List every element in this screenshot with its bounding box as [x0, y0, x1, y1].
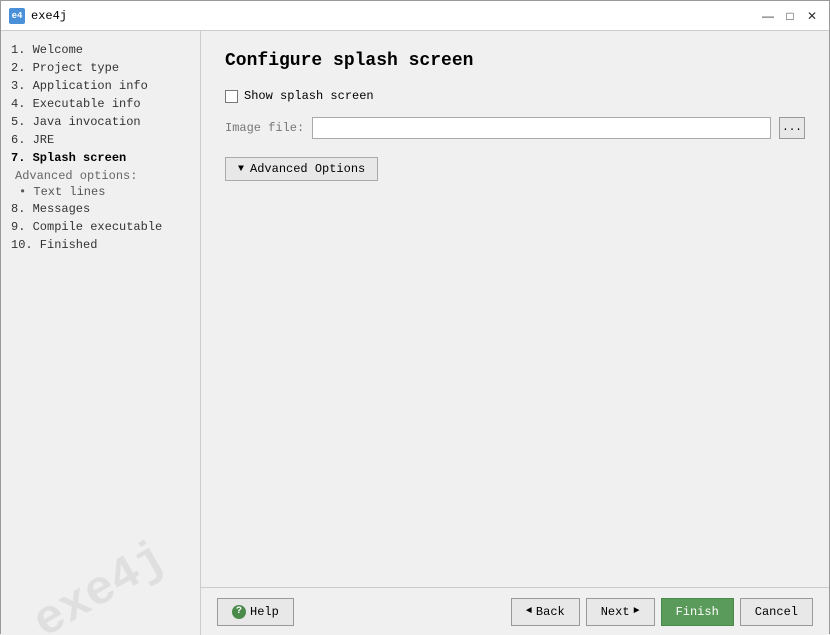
titlebar-left: e4 exe4j [9, 8, 67, 24]
page-title: Configure splash screen [225, 51, 805, 71]
content-body: Configure splash screen Show splash scre… [201, 31, 829, 587]
next-label: Next [601, 605, 630, 619]
sidebar-advanced-options-label: Advanced options: [1, 167, 200, 184]
app-icon: e4 [9, 8, 25, 24]
bottom-bar: ? Help ◄ Back Next ► Finish Cancel [201, 587, 829, 635]
show-splash-screen-row: Show splash screen [225, 89, 805, 103]
sidebar-item-application-info[interactable]: 3. Application info [1, 77, 200, 95]
titlebar-title: exe4j [31, 9, 67, 23]
sidebar-item-welcome[interactable]: 1. Welcome [1, 41, 200, 59]
next-button[interactable]: Next ► [586, 598, 655, 626]
advanced-options-button[interactable]: ▼ Advanced Options [225, 157, 378, 181]
app-icon-label: e4 [12, 11, 23, 21]
minimize-button[interactable]: — [759, 7, 777, 25]
back-label: Back [536, 605, 565, 619]
sidebar-item-text-lines[interactable]: • Text lines [1, 184, 200, 200]
cancel-button[interactable]: Cancel [740, 598, 813, 626]
advanced-options-icon: ▼ [238, 164, 244, 175]
show-splash-screen-label: Show splash screen [244, 89, 374, 103]
titlebar: e4 exe4j — □ ✕ [1, 1, 829, 31]
back-arrow-icon: ◄ [526, 606, 532, 617]
show-splash-screen-checkbox[interactable] [225, 90, 238, 103]
sidebar-watermark: exe4j [2, 520, 198, 635]
help-button[interactable]: ? Help [217, 598, 294, 626]
maximize-button[interactable]: □ [781, 7, 799, 25]
sidebar: 1. Welcome 2. Project type 3. Applicatio… [1, 31, 201, 635]
sidebar-item-messages[interactable]: 8. Messages [1, 200, 200, 218]
sidebar-item-project-type[interactable]: 2. Project type [1, 59, 200, 77]
finish-button[interactable]: Finish [661, 598, 734, 626]
content-area: Configure splash screen Show splash scre… [201, 31, 829, 635]
image-file-input[interactable] [312, 117, 771, 139]
advanced-options-label: Advanced Options [250, 162, 365, 176]
help-label: Help [250, 605, 279, 619]
sidebar-item-compile-executable[interactable]: 9. Compile executable [1, 218, 200, 236]
close-button[interactable]: ✕ [803, 7, 821, 25]
titlebar-controls: — □ ✕ [759, 7, 821, 25]
back-button[interactable]: ◄ Back [511, 598, 580, 626]
browse-button[interactable]: ... [779, 117, 805, 139]
main-container: 1. Welcome 2. Project type 3. Applicatio… [1, 31, 829, 635]
sidebar-item-splash-screen[interactable]: 7. Splash screen [1, 149, 200, 167]
sidebar-item-executable-info[interactable]: 4. Executable info [1, 95, 200, 113]
bottom-bar-right: ◄ Back Next ► Finish Cancel [511, 598, 813, 626]
sidebar-item-finished[interactable]: 10. Finished [1, 236, 200, 254]
sidebar-item-jre[interactable]: 6. JRE [1, 131, 200, 149]
image-file-label: Image file: [225, 121, 304, 135]
sidebar-item-java-invocation[interactable]: 5. Java invocation [1, 113, 200, 131]
bottom-bar-left: ? Help [217, 598, 294, 626]
image-file-row: Image file: ... [225, 117, 805, 139]
cancel-label: Cancel [755, 605, 798, 619]
help-icon: ? [232, 605, 246, 619]
finish-label: Finish [676, 605, 719, 619]
next-arrow-icon: ► [634, 606, 640, 617]
